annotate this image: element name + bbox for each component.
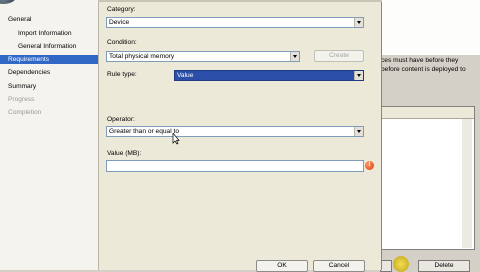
nav-item-dependencies[interactable]: Dependencies xyxy=(8,68,50,77)
chevron-down-icon[interactable] xyxy=(354,127,363,136)
rule-type-label: Rule type: xyxy=(107,71,137,78)
condition-value: Total physical memory xyxy=(109,53,175,60)
chevron-down-icon[interactable] xyxy=(290,52,299,61)
category-label: Category: xyxy=(107,6,136,13)
nav-item-summary[interactable]: Summary xyxy=(8,82,36,91)
category-combobox[interactable]: Device xyxy=(106,17,364,28)
cancel-button[interactable]: Cancel xyxy=(313,260,365,272)
nav-item-completion: Completion xyxy=(8,109,42,116)
create-button[interactable]: Create xyxy=(314,50,364,62)
value-input[interactable] xyxy=(106,160,364,172)
nav-item-general-information[interactable]: General Information xyxy=(18,42,76,51)
background-header-area xyxy=(380,0,480,55)
mouse-cursor-icon xyxy=(172,133,180,145)
background-requirements-list[interactable] xyxy=(380,106,475,250)
chevron-down-icon[interactable] xyxy=(354,18,363,27)
condition-combobox[interactable]: Total physical memory xyxy=(106,51,300,62)
category-value: Device xyxy=(109,19,130,26)
rule-type-value: Value xyxy=(177,72,194,79)
operator-value: Greater than or equal to xyxy=(109,128,180,135)
background-delete-button[interactable]: Delete xyxy=(418,260,470,272)
value-label: Value (MB): xyxy=(107,150,142,157)
rule-type-combobox[interactable]: Value xyxy=(174,70,364,81)
nav-item-import-information[interactable]: Import Information xyxy=(18,29,72,38)
wizard-logo-icon xyxy=(0,0,16,4)
background-description-line1: ces must have before they xyxy=(381,57,459,64)
nav-item-progress: Progress xyxy=(8,96,35,103)
background-list-header xyxy=(381,107,474,119)
operator-combobox[interactable]: Greater than or equal to xyxy=(106,126,364,137)
dialog-top-frame xyxy=(98,0,382,2)
ok-button[interactable]: OK xyxy=(256,260,308,272)
background-description-line2: before content is deployed to xyxy=(381,66,466,73)
chevron-down-icon[interactable] xyxy=(354,71,363,80)
condition-label: Condition: xyxy=(107,39,137,46)
operator-label: Operator: xyxy=(107,116,135,123)
nav-item-general[interactable]: General xyxy=(8,15,31,24)
error-icon: ! xyxy=(365,161,374,170)
wizard-nav xyxy=(0,0,98,270)
nav-item-requirements[interactable]: Requirements xyxy=(0,55,98,64)
background-list-scrollbar[interactable] xyxy=(462,119,472,248)
